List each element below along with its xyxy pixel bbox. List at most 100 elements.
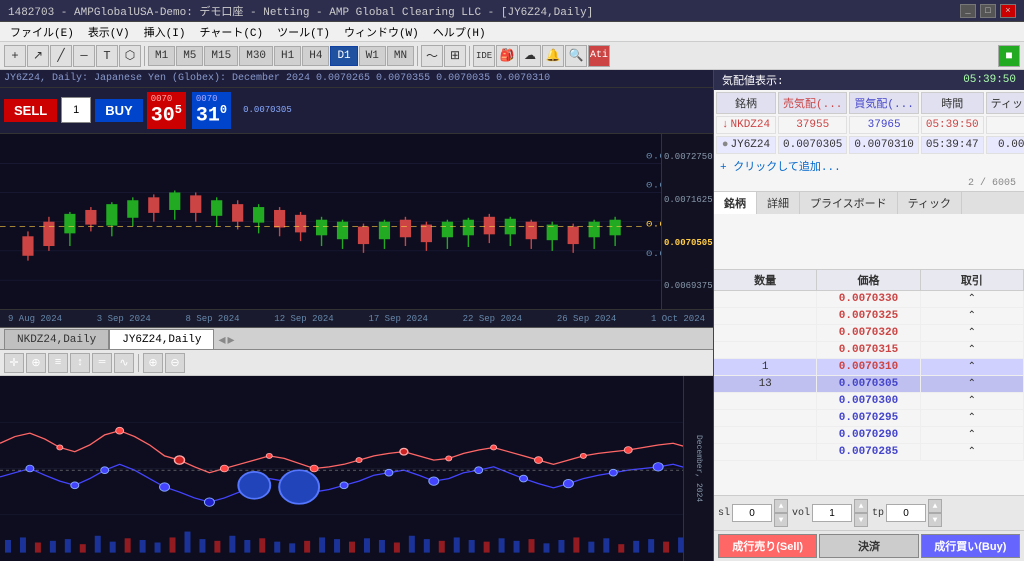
menu-tools[interactable]: ツール(T) [271, 23, 336, 41]
spread-indicator: 0.0070305 [243, 105, 292, 115]
ob-price-2: 0.0070320 [817, 325, 920, 341]
sl-up[interactable]: ▲ [774, 499, 788, 513]
lower-zoomin[interactable]: ⊕ [143, 353, 163, 373]
lower-line[interactable]: ═ [92, 353, 112, 373]
close-button[interactable]: × [1000, 4, 1016, 18]
menu-view[interactable]: 表示(V) [82, 23, 136, 41]
ob-row-1[interactable]: 0.0070325 ⌃ [714, 308, 1024, 325]
ob-row-9[interactable]: 0.0070285 ⌃ [714, 444, 1024, 461]
ob-trade-1: ⌃ [921, 308, 1024, 324]
nk-tick: 5 [986, 116, 1024, 134]
settle-button[interactable]: 決済 [819, 534, 918, 558]
wl-tab-priceboard[interactable]: プライスボード [800, 192, 898, 214]
date-4: 12 Sep 2024 [274, 314, 333, 324]
price-axis-top: 0.0072750 [664, 152, 711, 162]
vol-down[interactable]: ▼ [854, 513, 868, 527]
toolbar-grid[interactable]: ⊞ [444, 45, 466, 67]
sell-action-button[interactable]: 成行売り(Sell) [718, 534, 817, 558]
ob-row-4[interactable]: 1 0.0070310 ⌃ [714, 359, 1024, 376]
toolbar-new[interactable]: + [4, 45, 26, 67]
jy-symbol: ●JY6Z24 [716, 136, 776, 154]
th-time: 時間 [921, 92, 984, 114]
tf-w1[interactable]: W1 [359, 46, 386, 66]
tf-m15[interactable]: M15 [204, 46, 238, 66]
ob-row-3[interactable]: 0.0070315 ⌃ [714, 342, 1024, 359]
vol-up[interactable]: ▲ [854, 499, 868, 513]
toolbar-ide[interactable]: IDE [473, 45, 495, 67]
ob-trade-0: ⌃ [921, 291, 1024, 307]
maximize-button[interactable]: □ [980, 4, 996, 18]
lower-chart[interactable]: December Japanese Yen December, 2024 [0, 376, 713, 561]
menu-window[interactable]: ウィンドウ(W) [338, 23, 425, 41]
toolbar-arrow[interactable]: ↗ [27, 45, 49, 67]
ob-row-0[interactable]: 0.0070330 ⌃ [714, 291, 1024, 308]
watchlist-add[interactable]: + クリックして追加... [714, 156, 1024, 176]
toolbar-cloud[interactable]: ☁ [519, 45, 541, 67]
wl-tab-tick[interactable]: ティック [898, 192, 962, 214]
lower-cursor[interactable]: ✛ [4, 353, 24, 373]
toolbar-green[interactable]: ■ [998, 45, 1020, 67]
tab-nkdz24[interactable]: NKDZ24,Daily [4, 329, 109, 349]
tab-jy6z24[interactable]: JY6Z24,Daily [109, 329, 214, 349]
ob-row-2[interactable]: 0.0070320 ⌃ [714, 325, 1024, 342]
tp-input[interactable] [886, 504, 926, 522]
lower-svg: December Japanese Yen [0, 376, 713, 561]
menu-bar: ファイル(E) 表示(V) 挿入(I) チャート(C) ツール(T) ウィンドウ… [0, 22, 1024, 42]
lower-zoomout[interactable]: ⊖ [165, 353, 185, 373]
buy-action-button[interactable]: 成行買い(Buy) [921, 534, 1020, 558]
lower-zoom[interactable]: ⊕ [26, 353, 46, 373]
watchlist-row-jy[interactable]: ●JY6Z24 0.0070305 0.0070310 05:39:47 0.0… [716, 136, 1024, 154]
tf-mn[interactable]: MN [387, 46, 414, 66]
tf-m1[interactable]: M1 [148, 46, 175, 66]
toolbar-text[interactable]: T [96, 45, 118, 67]
toolbar-search[interactable]: 🔍 [565, 45, 587, 67]
ob-row-5[interactable]: 13 0.0070305 ⌃ [714, 376, 1024, 393]
tf-h4[interactable]: H4 [302, 46, 329, 66]
menu-insert[interactable]: 挿入(I) [138, 23, 192, 41]
lower-hist[interactable]: ≡ [48, 353, 68, 373]
buy-button[interactable]: BUY [95, 99, 142, 122]
vol-input[interactable] [812, 504, 852, 522]
toolbar-waveline[interactable]: 〜 [421, 45, 443, 67]
tp-up[interactable]: ▲ [928, 499, 942, 513]
minimize-button[interactable]: _ [960, 4, 976, 18]
menu-chart[interactable]: チャート(C) [193, 23, 269, 41]
tf-m30[interactable]: M30 [239, 46, 273, 66]
jy-time: 05:39:47 [921, 136, 984, 154]
toolbar-user[interactable]: Ati [588, 45, 610, 67]
lower-wave[interactable]: ∿ [114, 353, 134, 373]
sell-button[interactable]: SELL [4, 99, 57, 122]
tab-next[interactable]: ▸ [227, 332, 234, 349]
sl-group: sl ▲ ▼ [718, 499, 788, 527]
toolbar-hline[interactable]: ─ [73, 45, 95, 67]
sl-down[interactable]: ▼ [774, 513, 788, 527]
nk-ask: 37955 [778, 116, 847, 134]
tf-d1[interactable]: D1 [330, 46, 357, 66]
price-axis-mid: 0.0070505 [664, 238, 711, 248]
ob-price-0: 0.0070330 [817, 291, 920, 307]
tf-h1[interactable]: H1 [274, 46, 301, 66]
th-ask: 売気配(... [778, 92, 847, 114]
toolbar-bag[interactable]: 🎒 [496, 45, 518, 67]
date-8: 1 Oct 2024 [651, 314, 705, 324]
candle-chart[interactable]: 0.0072750 0.0071625 0.0070500 0.0069375 [0, 134, 713, 309]
tab-prev[interactable]: ◂ [218, 332, 225, 349]
watchlist-row-nk[interactable]: ↓NKDZ24 37955 37965 05:39:50 5 10 [716, 116, 1024, 134]
ob-row-6[interactable]: 0.0070300 ⌃ [714, 393, 1024, 410]
menu-file[interactable]: ファイル(E) [4, 23, 80, 41]
quantity-input[interactable] [61, 97, 91, 123]
ob-row-7[interactable]: 0.0070295 ⌃ [714, 410, 1024, 427]
buy-price-box: 0070 310 [192, 92, 231, 129]
menu-help[interactable]: ヘルプ(H) [427, 23, 492, 41]
toolbar-shapes[interactable]: ⬡ [119, 45, 141, 67]
tp-down[interactable]: ▼ [928, 513, 942, 527]
sl-input[interactable] [732, 504, 772, 522]
wl-tab-symbol[interactable]: 銘柄 [714, 192, 757, 214]
wl-tab-detail[interactable]: 詳細 [757, 192, 800, 214]
toolbar-sep-2 [417, 46, 418, 66]
toolbar-line[interactable]: ╱ [50, 45, 72, 67]
ob-row-8[interactable]: 0.0070290 ⌃ [714, 427, 1024, 444]
tf-m5[interactable]: M5 [176, 46, 203, 66]
toolbar-bell[interactable]: 🔔 [542, 45, 564, 67]
lower-vol[interactable]: ↕ [70, 353, 90, 373]
